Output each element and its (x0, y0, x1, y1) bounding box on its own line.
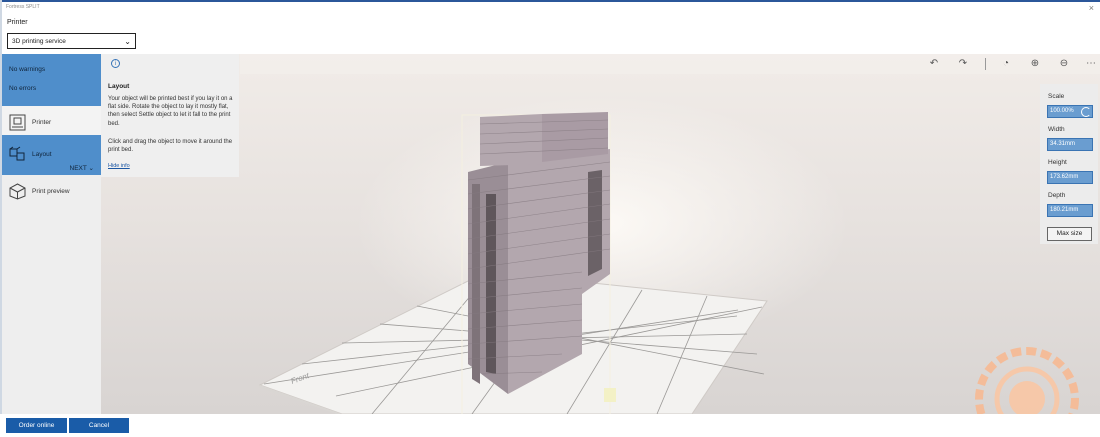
max-size-button[interactable]: Max size (1047, 227, 1092, 241)
cancel-button[interactable]: Cancel (69, 418, 129, 433)
printer-icon (9, 114, 26, 131)
errors-status: No errors (9, 85, 37, 92)
layout-info-panel: i Layout Your object will be printed bes… (101, 54, 239, 177)
view-reset-icon[interactable]: ◔ (999, 57, 1013, 71)
scale-label: Scale (1048, 93, 1065, 100)
height-value: 173.62mm (1050, 174, 1079, 180)
layout-cubes-icon (9, 146, 25, 161)
order-online-button[interactable]: Order online (6, 418, 67, 433)
info-paragraph: Your object will be printed best if you … (108, 96, 233, 127)
chevron-down-icon: ⌄ (124, 37, 131, 46)
reset-scale-icon[interactable] (1081, 107, 1091, 117)
depth-label: Depth (1048, 192, 1066, 199)
sidebar-item-print-preview[interactable]: Print preview (2, 175, 101, 209)
next-link[interactable]: NEXT ⌄ (70, 164, 94, 172)
object-properties-panel: Scale 100.00% Width 34.31mm Height 173.6… (1040, 84, 1098, 244)
depth-value: 180.21mm (1050, 207, 1079, 213)
selection-marker (604, 388, 616, 402)
warnings-status: No warnings (9, 66, 46, 73)
info-icon: i (111, 59, 120, 68)
chevron-down-icon: ⌄ (88, 165, 94, 172)
cube-icon (9, 183, 26, 200)
width-label: Width (1048, 126, 1065, 133)
info-paragraph: Click and drag the object to move it aro… (108, 139, 233, 154)
sidebar-item-layout[interactable]: Layout NEXT ⌄ (2, 135, 101, 175)
app-window: Fortress SPLIT × Printer 3D printing ser… (0, 0, 1100, 437)
status-box: No warnings No errors (2, 54, 101, 106)
height-label: Height (1048, 159, 1067, 166)
depth-field[interactable]: 180.21mm (1047, 204, 1093, 217)
more-options-icon[interactable]: ⋯ (1084, 57, 1098, 71)
undo-icon[interactable]: ↶ (927, 57, 941, 71)
width-field[interactable]: 34.31mm (1047, 138, 1093, 151)
scale-field[interactable]: 100.00% (1047, 105, 1093, 118)
next-label: NEXT (69, 165, 87, 172)
height-field[interactable]: 173.62mm (1047, 171, 1093, 184)
sidebar-item-label: Printer (32, 119, 52, 126)
printer-select-value: 3D printing service (12, 38, 66, 45)
width-value: 34.31mm (1050, 141, 1076, 147)
printer-label: Printer (7, 19, 28, 26)
title-bar: Fortress SPLIT × (0, 2, 1100, 15)
zoom-out-icon[interactable]: ⊖ (1057, 57, 1071, 71)
scale-value: 100.00% (1050, 108, 1074, 114)
close-icon[interactable]: × (1089, 2, 1094, 14)
viewport-toolbar: ↶ ↷ ◔ ⊕ ⊖ ⋯ (240, 54, 1100, 74)
footer-bar: Order online Cancel (0, 414, 1100, 437)
watermark-logo (975, 347, 1079, 414)
printer-select[interactable]: 3D printing service ⌄ (7, 33, 136, 49)
redo-icon[interactable]: ↷ (956, 57, 970, 71)
window-title: Fortress SPLIT (6, 4, 40, 10)
sidebar-item-label: Layout (32, 151, 52, 158)
sidebar-item-label: Print preview (32, 188, 70, 195)
info-title: Layout (108, 83, 130, 90)
workflow-sidebar: No warnings No errors Printer Layout NEX… (2, 54, 101, 414)
toolbar-divider (985, 58, 986, 70)
hide-info-link[interactable]: Hide info (108, 163, 130, 169)
zoom-in-icon[interactable]: ⊕ (1028, 57, 1042, 71)
